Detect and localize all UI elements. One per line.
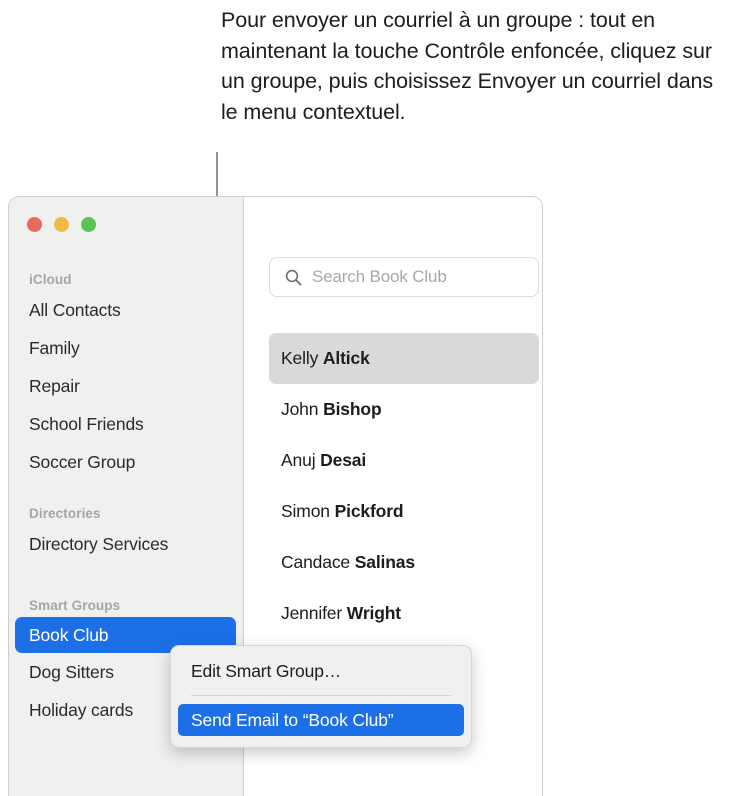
sidebar-header-smart-groups: Smart Groups (29, 598, 121, 613)
instruction-caption: Pour envoyer un courriel à un groupe : t… (221, 8, 714, 124)
contact-first-name: Candace (281, 552, 351, 572)
sidebar-item-directory-services[interactable]: Directory Services (9, 525, 243, 563)
contact-last-name: Wright (346, 603, 401, 623)
contact-row-jennifer-wright[interactable]: Jennifer Wright (269, 588, 539, 639)
contact-last-name: Altick (322, 348, 370, 368)
menu-separator (191, 695, 451, 696)
sidebar-item-school-friends[interactable]: School Friends (9, 405, 243, 443)
contact-row-john-bishop[interactable]: John Bishop (269, 384, 539, 435)
context-menu: Edit Smart Group… Send Email to “Book Cl… (170, 645, 472, 748)
contact-first-name: John (281, 399, 319, 419)
sidebar-item-all-contacts[interactable]: All Contacts (9, 291, 243, 329)
search-input[interactable]: Search Book Club (269, 257, 539, 297)
contact-row-simon-pickford[interactable]: Simon Pickford (269, 486, 539, 537)
contact-last-name: Bishop (323, 399, 382, 419)
contact-first-name: Jennifer (281, 603, 343, 623)
sidebar-item-family[interactable]: Family (9, 329, 243, 367)
sidebar-section-icloud: iCloud All Contacts Family Repair School… (9, 269, 243, 481)
contact-last-name: Pickford (334, 501, 404, 521)
window-traffic-lights (27, 217, 96, 232)
search-placeholder: Search Book Club (312, 267, 447, 286)
contact-last-name: Desai (320, 450, 367, 470)
sidebar-header-icloud: iCloud (29, 272, 72, 287)
contact-first-name: Kelly (281, 348, 319, 368)
close-window-button[interactable] (27, 217, 42, 232)
contact-list: Kelly Altick John Bishop Anuj Desai Simo… (269, 333, 539, 639)
contact-first-name: Simon (281, 501, 330, 521)
menu-item-send-email[interactable]: Send Email to “Book Club” (178, 704, 464, 736)
contact-last-name: Salinas (354, 552, 415, 572)
contact-row-kelly-altick[interactable]: Kelly Altick (269, 333, 539, 384)
minimize-window-button[interactable] (54, 217, 69, 232)
contact-row-anuj-desai[interactable]: Anuj Desai (269, 435, 539, 486)
sidebar-header-directories: Directories (29, 506, 101, 521)
search-icon (285, 269, 302, 285)
menu-item-edit-smart-group[interactable]: Edit Smart Group… (178, 655, 464, 687)
contact-row-candace-salinas[interactable]: Candace Salinas (269, 537, 539, 588)
sidebar-section-directories: Directories Directory Services (9, 503, 243, 563)
sidebar-item-repair[interactable]: Repair (9, 367, 243, 405)
sidebar-item-soccer-group[interactable]: Soccer Group (9, 443, 243, 481)
contact-first-name: Anuj (281, 450, 316, 470)
zoom-window-button[interactable] (81, 217, 96, 232)
